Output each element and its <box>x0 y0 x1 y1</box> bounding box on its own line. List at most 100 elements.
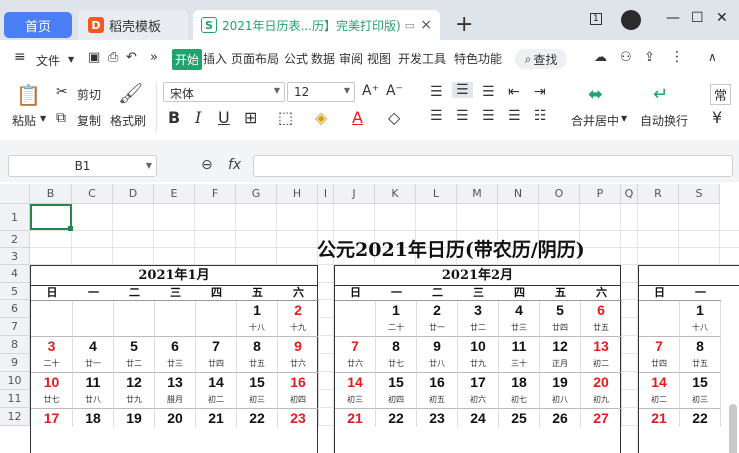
column-header-c[interactable]: C <box>72 184 113 204</box>
font-size-select[interactable]: 12 ▼ <box>287 82 355 102</box>
align-right-icon[interactable]: ☰ <box>482 108 495 124</box>
tab-home[interactable]: 首页 <box>4 12 72 38</box>
menu-formula[interactable]: 公式 <box>284 50 308 67</box>
copy-icon[interactable]: ⧉ <box>56 110 66 126</box>
column-header-h[interactable]: H <box>277 184 318 204</box>
wrap-icon[interactable]: ↵ <box>653 84 668 105</box>
column-header-n[interactable]: N <box>498 184 539 204</box>
align-center-icon[interactable]: ☰ <box>456 108 469 124</box>
avatar[interactable] <box>621 10 641 30</box>
selected-cell-b1[interactable] <box>30 204 72 230</box>
menu-insert[interactable]: 插入 <box>203 50 227 67</box>
spreadsheet-grid[interactable]: BCDEFGHIJKLMNOPQRS 1 2 3 4 5 6 7 8 9 10 11 12 公元202… <box>0 184 739 453</box>
indent-decrease-icon[interactable]: ⇤ <box>508 84 520 100</box>
menu-data[interactable]: 数据 <box>311 50 335 67</box>
undo-icon[interactable]: ↶ <box>126 50 137 65</box>
column-header-b[interactable]: B <box>30 184 72 204</box>
column-header-m[interactable]: M <box>457 184 498 204</box>
more-options-icon[interactable]: ⋮ <box>670 49 684 65</box>
close-window-icon[interactable]: ✕ <box>716 10 728 26</box>
tab-document[interactable]: S 2021年日历表...历】完美打印版) ▭ × <box>193 10 440 40</box>
copy-button[interactable]: 复制 <box>77 112 101 129</box>
font-family-select[interactable]: 宋体 ▼ <box>163 82 285 102</box>
row-header-11[interactable]: 11 <box>0 390 30 408</box>
distribute-icon[interactable]: ☷ <box>534 108 547 124</box>
fx-icon[interactable]: fx <box>228 157 241 173</box>
column-header-l[interactable]: L <box>416 184 457 204</box>
menu-view[interactable]: 视图 <box>367 50 391 67</box>
close-tab-icon[interactable]: × <box>420 17 432 33</box>
paste-button[interactable]: 粘贴 <box>12 112 36 129</box>
monitor-icon[interactable]: ▭ <box>405 19 415 32</box>
merge-icon[interactable]: ⬌ <box>588 84 603 105</box>
row-header-12[interactable]: 12 <box>0 408 30 426</box>
bold-button[interactable]: B <box>168 108 180 127</box>
column-header-k[interactable]: K <box>375 184 416 204</box>
row-header-2[interactable]: 2 <box>0 231 30 248</box>
cut-icon[interactable]: ✂ <box>56 84 68 100</box>
cloud-icon[interactable]: ☁ <box>594 50 607 65</box>
format-painter-icon[interactable]: 🖌 <box>118 81 143 105</box>
align-top-icon[interactable]: ☰ <box>430 84 443 100</box>
format-painter-button[interactable]: 格式刷 <box>110 112 146 129</box>
file-menu[interactable]: 文件 <box>36 52 60 69</box>
row-header-8[interactable]: 8 <box>0 336 30 354</box>
formula-input[interactable] <box>253 155 733 177</box>
paste-dropdown-icon[interactable]: ▼ <box>40 114 46 123</box>
indent-increase-icon[interactable]: ⇥ <box>534 84 546 100</box>
row-header-10[interactable]: 10 <box>0 372 30 390</box>
more-icon[interactable]: » <box>150 50 158 65</box>
row-header-6[interactable]: 6 <box>0 300 30 318</box>
share-icon[interactable]: ⇪ <box>644 50 655 65</box>
fill-pattern-icon[interactable]: ⬚ <box>278 108 293 127</box>
paste-icon[interactable]: 📋 <box>16 83 41 107</box>
row-header-5[interactable]: 5 <box>0 283 30 300</box>
menu-review[interactable]: 审阅 <box>339 50 363 67</box>
search-box[interactable]: ⌕ 查找 <box>515 49 567 69</box>
clear-format-icon[interactable]: ◇ <box>388 108 400 127</box>
select-all-corner[interactable] <box>0 184 30 204</box>
column-header-o[interactable]: O <box>539 184 580 204</box>
hamburger-icon[interactable]: ≡ <box>14 49 26 65</box>
number-format-select[interactable]: 常 <box>710 84 732 105</box>
new-tab-button[interactable]: + <box>455 12 473 37</box>
menu-page-layout[interactable]: 页面布局 <box>231 50 279 67</box>
menu-developer[interactable]: 开发工具 <box>398 50 446 67</box>
collapse-ribbon-icon[interactable]: ∧ <box>708 50 717 64</box>
column-header-f[interactable]: F <box>195 184 236 204</box>
align-middle-icon[interactable]: ☰ <box>452 82 473 98</box>
zoom-icon[interactable]: ⊖ <box>201 157 213 173</box>
row-header-9[interactable]: 9 <box>0 354 30 372</box>
row-header-3[interactable]: 3 <box>0 248 30 265</box>
cut-button[interactable]: 剪切 <box>77 86 101 103</box>
name-box[interactable]: B1 ▼ <box>8 155 157 177</box>
font-color-icon[interactable]: A <box>352 108 363 127</box>
save-icon[interactable]: ▣ <box>88 50 100 65</box>
column-header-r[interactable]: R <box>638 184 679 204</box>
merge-dropdown-icon[interactable]: ▼ <box>621 114 627 123</box>
border-icon[interactable]: ⊞ <box>244 108 257 127</box>
print-icon[interactable]: ⎙ <box>108 50 118 65</box>
italic-button[interactable]: I <box>195 108 201 127</box>
column-header-d[interactable]: D <box>113 184 154 204</box>
window-count-badge[interactable]: 1 <box>590 13 602 25</box>
vertical-scrollbar[interactable] <box>729 404 737 453</box>
row-header-7[interactable]: 7 <box>0 318 30 336</box>
fill-handle[interactable] <box>68 226 73 231</box>
align-left-icon[interactable]: ☰ <box>430 108 443 124</box>
menu-home[interactable]: 开始 <box>172 49 203 70</box>
decrease-font-icon[interactable]: A⁻ <box>386 83 403 99</box>
row-header-4[interactable]: 4 <box>0 265 30 283</box>
align-bottom-icon[interactable]: ☰ <box>482 84 495 100</box>
merge-center-button[interactable]: 合并居中 <box>571 112 619 129</box>
collab-icon[interactable]: ⚇ <box>620 50 632 65</box>
currency-icon[interactable]: ¥ <box>712 108 722 127</box>
column-header-q[interactable]: Q <box>621 184 638 204</box>
column-header-s[interactable]: S <box>679 184 720 204</box>
column-header-j[interactable]: J <box>334 184 375 204</box>
fill-color-icon[interactable]: ◈ <box>315 108 327 127</box>
menu-features[interactable]: 特色功能 <box>454 50 502 67</box>
column-header-g[interactable]: G <box>236 184 277 204</box>
file-dropdown-icon[interactable]: ▼ <box>68 55 74 64</box>
justify-icon[interactable]: ☰ <box>508 108 521 124</box>
